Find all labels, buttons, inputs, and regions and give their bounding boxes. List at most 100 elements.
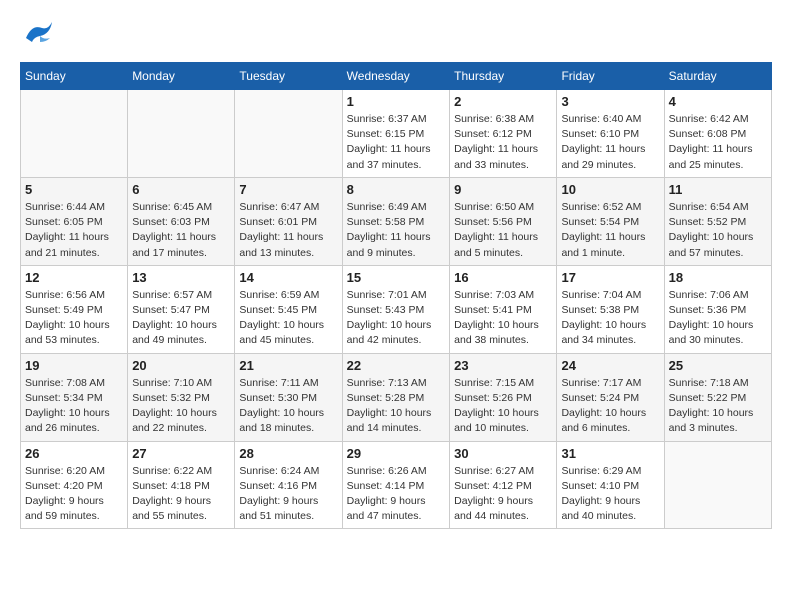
day-info: Sunrise: 6:40 AM Sunset: 6:10 PM Dayligh…	[561, 112, 659, 173]
day-number: 8	[347, 182, 446, 197]
day-info: Sunrise: 6:42 AM Sunset: 6:08 PM Dayligh…	[669, 112, 767, 173]
calendar-cell: 8 Sunrise: 6:49 AM Sunset: 5:58 PM Daylig…	[342, 177, 450, 265]
day-info: Sunrise: 6:52 AM Sunset: 5:54 PM Dayligh…	[561, 200, 659, 261]
day-number: 18	[669, 270, 767, 285]
day-info: Sunrise: 7:04 AM Sunset: 5:38 PM Dayligh…	[561, 288, 659, 349]
calendar-cell: 30 Sunrise: 6:27 AM Sunset: 4:12 PM Dayli…	[450, 441, 557, 529]
day-number: 13	[132, 270, 230, 285]
day-number: 21	[239, 358, 337, 373]
day-info: Sunrise: 6:37 AM Sunset: 6:15 PM Dayligh…	[347, 112, 446, 173]
day-number: 2	[454, 94, 552, 109]
day-number: 30	[454, 446, 552, 461]
day-number: 16	[454, 270, 552, 285]
day-info: Sunrise: 6:59 AM Sunset: 5:45 PM Dayligh…	[239, 288, 337, 349]
day-info: Sunrise: 6:29 AM Sunset: 4:10 PM Dayligh…	[561, 464, 659, 525]
calendar-cell: 26 Sunrise: 6:20 AM Sunset: 4:20 PM Dayli…	[21, 441, 128, 529]
day-info: Sunrise: 7:18 AM Sunset: 5:22 PM Dayligh…	[669, 376, 767, 437]
day-number: 3	[561, 94, 659, 109]
day-info: Sunrise: 7:13 AM Sunset: 5:28 PM Dayligh…	[347, 376, 446, 437]
day-number: 20	[132, 358, 230, 373]
day-number: 6	[132, 182, 230, 197]
day-info: Sunrise: 6:44 AM Sunset: 6:05 PM Dayligh…	[25, 200, 123, 261]
week-row-3: 12 Sunrise: 6:56 AM Sunset: 5:49 PM Dayli…	[21, 265, 772, 353]
day-number: 14	[239, 270, 337, 285]
calendar-cell: 11 Sunrise: 6:54 AM Sunset: 5:52 PM Dayli…	[664, 177, 771, 265]
weekday-header-thursday: Thursday	[450, 63, 557, 90]
calendar-cell	[21, 90, 128, 178]
calendar-cell: 5 Sunrise: 6:44 AM Sunset: 6:05 PM Daylig…	[21, 177, 128, 265]
day-number: 7	[239, 182, 337, 197]
calendar-cell: 19 Sunrise: 7:08 AM Sunset: 5:34 PM Dayli…	[21, 353, 128, 441]
calendar-cell: 28 Sunrise: 6:24 AM Sunset: 4:16 PM Dayli…	[235, 441, 342, 529]
calendar-cell: 15 Sunrise: 7:01 AM Sunset: 5:43 PM Dayli…	[342, 265, 450, 353]
calendar-cell	[664, 441, 771, 529]
calendar-cell: 10 Sunrise: 6:52 AM Sunset: 5:54 PM Dayli…	[557, 177, 664, 265]
day-number: 10	[561, 182, 659, 197]
day-number: 31	[561, 446, 659, 461]
day-number: 28	[239, 446, 337, 461]
day-info: Sunrise: 6:20 AM Sunset: 4:20 PM Dayligh…	[25, 464, 123, 525]
day-number: 26	[25, 446, 123, 461]
day-info: Sunrise: 7:17 AM Sunset: 5:24 PM Dayligh…	[561, 376, 659, 437]
day-info: Sunrise: 6:24 AM Sunset: 4:16 PM Dayligh…	[239, 464, 337, 525]
calendar-cell: 31 Sunrise: 6:29 AM Sunset: 4:10 PM Dayli…	[557, 441, 664, 529]
day-number: 22	[347, 358, 446, 373]
calendar-cell: 14 Sunrise: 6:59 AM Sunset: 5:45 PM Dayli…	[235, 265, 342, 353]
day-info: Sunrise: 7:03 AM Sunset: 5:41 PM Dayligh…	[454, 288, 552, 349]
day-number: 15	[347, 270, 446, 285]
logo	[20, 20, 58, 46]
day-number: 24	[561, 358, 659, 373]
weekday-header-row: SundayMondayTuesdayWednesdayThursdayFrid…	[21, 63, 772, 90]
calendar-cell: 17 Sunrise: 7:04 AM Sunset: 5:38 PM Dayli…	[557, 265, 664, 353]
calendar-cell	[235, 90, 342, 178]
calendar-cell: 24 Sunrise: 7:17 AM Sunset: 5:24 PM Dayli…	[557, 353, 664, 441]
calendar-cell: 1 Sunrise: 6:37 AM Sunset: 6:15 PM Daylig…	[342, 90, 450, 178]
day-number: 12	[25, 270, 123, 285]
day-info: Sunrise: 6:38 AM Sunset: 6:12 PM Dayligh…	[454, 112, 552, 173]
day-number: 27	[132, 446, 230, 461]
day-number: 25	[669, 358, 767, 373]
calendar-cell: 4 Sunrise: 6:42 AM Sunset: 6:08 PM Daylig…	[664, 90, 771, 178]
calendar-cell: 29Sunrise: 6:26 AM Sunset: 4:14 PM Dayli…	[342, 441, 450, 529]
day-info: Sunrise: 6:54 AM Sunset: 5:52 PM Dayligh…	[669, 200, 767, 261]
day-info: Sunrise: 6:56 AM Sunset: 5:49 PM Dayligh…	[25, 288, 123, 349]
calendar-cell: 20 Sunrise: 7:10 AM Sunset: 5:32 PM Dayli…	[128, 353, 235, 441]
day-number: 11	[669, 182, 767, 197]
day-number: 1	[347, 94, 446, 109]
day-number: 9	[454, 182, 552, 197]
weekday-header-friday: Friday	[557, 63, 664, 90]
weekday-header-monday: Monday	[128, 63, 235, 90]
weekday-header-wednesday: Wednesday	[342, 63, 450, 90]
day-info: Sunrise: 6:50 AM Sunset: 5:56 PM Dayligh…	[454, 200, 552, 261]
weekday-header-saturday: Saturday	[664, 63, 771, 90]
calendar-cell: 16 Sunrise: 7:03 AM Sunset: 5:41 PM Dayli…	[450, 265, 557, 353]
day-number: 5	[25, 182, 123, 197]
day-info: Sunrise: 6:45 AM Sunset: 6:03 PM Dayligh…	[132, 200, 230, 261]
day-info: Sunrise: 7:10 AM Sunset: 5:32 PM Dayligh…	[132, 376, 230, 437]
weekday-header-sunday: Sunday	[21, 63, 128, 90]
day-info: Sunrise: 7:01 AM Sunset: 5:43 PM Dayligh…	[347, 288, 446, 349]
day-number: 19	[25, 358, 123, 373]
calendar-cell: 18Sunrise: 7:06 AM Sunset: 5:36 PM Dayli…	[664, 265, 771, 353]
day-info: Sunrise: 6:22 AM Sunset: 4:18 PM Dayligh…	[132, 464, 230, 525]
day-info: Sunrise: 6:27 AM Sunset: 4:12 PM Dayligh…	[454, 464, 552, 525]
day-info: Sunrise: 6:57 AM Sunset: 5:47 PM Dayligh…	[132, 288, 230, 349]
day-number: 17	[561, 270, 659, 285]
calendar-cell: 23 Sunrise: 7:15 AM Sunset: 5:26 PM Dayli…	[450, 353, 557, 441]
day-info: Sunrise: 6:49 AM Sunset: 5:58 PM Dayligh…	[347, 200, 446, 261]
logo-bird-icon	[22, 16, 58, 46]
week-row-5: 26 Sunrise: 6:20 AM Sunset: 4:20 PM Dayli…	[21, 441, 772, 529]
calendar-cell: 3 Sunrise: 6:40 AM Sunset: 6:10 PM Daylig…	[557, 90, 664, 178]
calendar-cell: 7Sunrise: 6:47 AM Sunset: 6:01 PM Daylig…	[235, 177, 342, 265]
day-info: Sunrise: 7:08 AM Sunset: 5:34 PM Dayligh…	[25, 376, 123, 437]
calendar-cell: 22 Sunrise: 7:13 AM Sunset: 5:28 PM Dayli…	[342, 353, 450, 441]
day-number: 4	[669, 94, 767, 109]
day-number: 29	[347, 446, 446, 461]
calendar-cell: 2 Sunrise: 6:38 AM Sunset: 6:12 PM Daylig…	[450, 90, 557, 178]
calendar-cell: 25 Sunrise: 7:18 AM Sunset: 5:22 PM Dayli…	[664, 353, 771, 441]
day-info: Sunrise: 7:15 AM Sunset: 5:26 PM Dayligh…	[454, 376, 552, 437]
calendar-cell: 27 Sunrise: 6:22 AM Sunset: 4:18 PM Dayli…	[128, 441, 235, 529]
calendar-cell: 21Sunrise: 7:11 AM Sunset: 5:30 PM Dayli…	[235, 353, 342, 441]
week-row-2: 5 Sunrise: 6:44 AM Sunset: 6:05 PM Daylig…	[21, 177, 772, 265]
day-number: 23	[454, 358, 552, 373]
